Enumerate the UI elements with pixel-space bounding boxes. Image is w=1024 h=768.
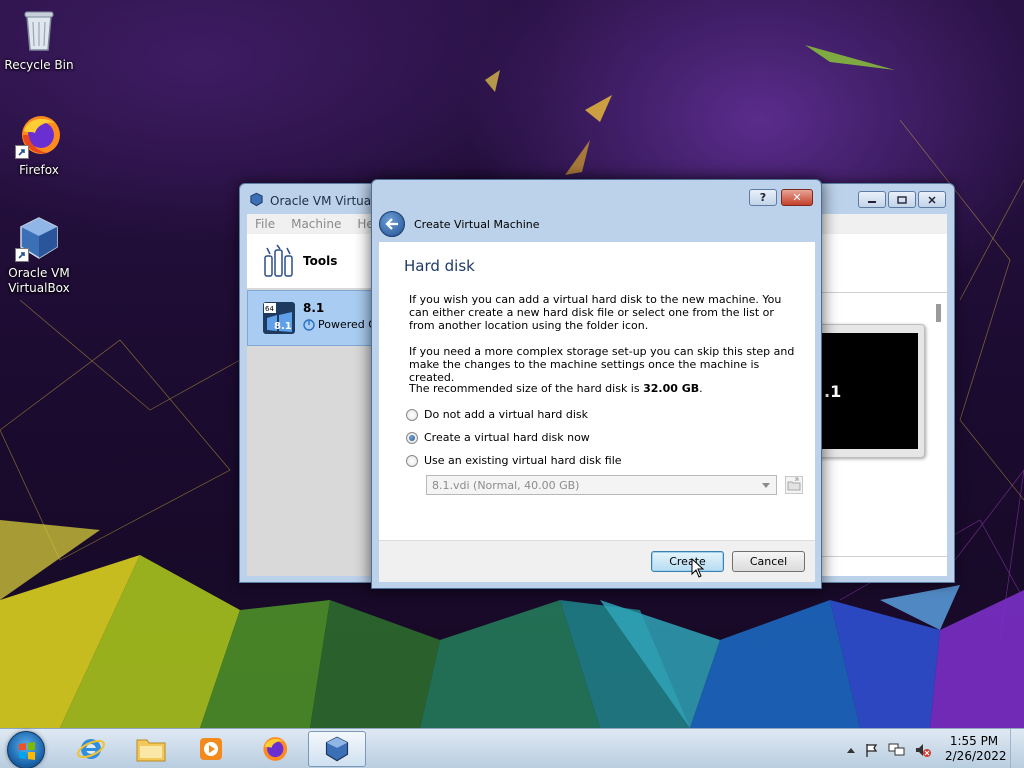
create-button[interactable]: Create (651, 551, 724, 572)
windows-logo-icon (19, 742, 35, 760)
internet-explorer-icon (77, 739, 105, 759)
minimize-icon (868, 200, 876, 203)
virtualbox-app-icon (249, 192, 264, 207)
cancel-button[interactable]: Cancel (732, 551, 805, 572)
taskbar-clock[interactable]: 1:55 PM 2/26/2022 (945, 734, 1007, 764)
details-scrollbar[interactable] (936, 304, 941, 322)
show-hidden-icons-icon[interactable] (846, 746, 856, 754)
radio-label: Create a virtual hard disk now (424, 431, 590, 444)
vm-list-pane: Tools 64 8.1 8.1 Powered O (247, 234, 377, 576)
radio-existing-disk[interactable]: Use an existing virtual hard disk file (406, 454, 622, 467)
clock-time: 1:55 PM (949, 734, 999, 748)
menu-machine[interactable]: Machine (291, 217, 341, 231)
shortcut-arrow-icon (15, 248, 29, 262)
show-desktop-button[interactable] (1010, 729, 1024, 768)
taskbar-internet-explorer[interactable] (62, 731, 120, 767)
vm-state-label: Powered O (318, 318, 377, 331)
virtualbox-label: Oracle VM VirtualBox (8, 266, 70, 295)
radio-label: Do not add a virtual hard disk (424, 408, 588, 421)
clock-date: 2/26/2022 (945, 749, 1007, 763)
vm-preview-screen: .1 (822, 333, 918, 449)
network-icon[interactable] (888, 742, 906, 758)
radio-create-disk[interactable]: Create a virtual hard disk now (406, 431, 590, 444)
recycle-bin-label: Recycle Bin (4, 58, 74, 72)
folder-icon (136, 739, 166, 762)
recommended-size-text: The recommended size of the hard disk is… (409, 382, 703, 395)
desktop-icon-recycle-bin[interactable]: Recycle Bin (1, 6, 77, 73)
choose-disk-button[interactable] (785, 476, 803, 494)
wizard-page: Hard disk If you wish you can add a virt… (379, 242, 815, 540)
taskbar: 1:55 PM 2/26/2022 (0, 728, 1024, 768)
shortcut-arrow-icon (15, 145, 29, 159)
minimize-button[interactable] (858, 191, 886, 208)
dialog-close-button[interactable]: ✕ (781, 189, 813, 206)
taskbar-explorer[interactable] (122, 731, 180, 767)
vm-os-icon: 64 8.1 (263, 302, 295, 334)
wizard-footer: Create Cancel (379, 540, 815, 582)
firefox-icon (263, 737, 288, 761)
tools-icon (264, 244, 293, 277)
vm-state: Powered O (303, 318, 377, 331)
vm-list-item[interactable]: 64 8.1 8.1 Powered O (247, 290, 377, 346)
maximize-icon (897, 195, 907, 204)
firefox-label: Firefox (19, 163, 59, 177)
radio-label: Use an existing virtual hard disk file (424, 454, 622, 467)
radio-button[interactable] (406, 454, 418, 467)
folder-icon (787, 477, 801, 491)
vm-preview: .1 (813, 324, 925, 458)
dialog-title: Create Virtual Machine (414, 217, 540, 231)
page-heading: Hard disk (404, 257, 475, 275)
help-button[interactable]: ? (749, 189, 777, 206)
power-icon (303, 318, 315, 331)
existing-disk-value: 8.1.vdi (Normal, 40.00 GB) (432, 478, 580, 492)
desktop-icon-firefox[interactable]: Firefox (1, 111, 77, 178)
close-icon (928, 195, 936, 204)
back-button[interactable] (379, 211, 405, 237)
mouse-cursor-icon (691, 557, 705, 581)
svg-text:8.1: 8.1 (274, 321, 292, 332)
radio-no-disk[interactable]: Do not add a virtual hard disk (406, 408, 588, 421)
vm-name: 8.1 (303, 301, 325, 315)
recommended-size-value: 32.00 GB (643, 382, 700, 395)
description-text: If you wish you can add a virtual hard d… (409, 293, 782, 332)
taskbar-firefox[interactable] (245, 731, 303, 767)
firefox-icon (15, 111, 63, 159)
system-tray (846, 742, 932, 758)
virtualbox-icon (15, 214, 63, 262)
chevron-down-icon (762, 483, 770, 488)
wizard-header: Create Virtual Machine (379, 208, 815, 240)
maximize-button[interactable] (888, 191, 916, 208)
volume-muted-icon[interactable] (914, 742, 932, 758)
radio-button[interactable] (406, 431, 418, 444)
menu-file[interactable]: File (255, 217, 275, 231)
radio-button[interactable] (406, 408, 418, 421)
existing-disk-select[interactable]: 8.1.vdi (Normal, 40.00 GB) (426, 475, 777, 495)
start-button[interactable] (7, 731, 45, 768)
desktop-icon-virtualbox[interactable]: Oracle VM VirtualBox (1, 214, 77, 296)
svg-text:64: 64 (265, 305, 274, 313)
recycle-bin-icon (15, 6, 63, 54)
virtualbox-icon (325, 736, 349, 762)
close-button[interactable] (918, 191, 946, 208)
action-center-flag-icon[interactable] (864, 742, 880, 758)
back-arrow-icon (385, 218, 398, 230)
tools-item[interactable]: Tools (247, 234, 373, 288)
media-player-icon (200, 738, 222, 760)
description-text: If you need a more complex storage set-u… (409, 345, 795, 384)
tools-label: Tools (303, 254, 338, 268)
taskbar-virtualbox[interactable] (308, 731, 366, 767)
create-vm-dialog: ? ✕ Create Virtual Machine Hard disk If … (371, 179, 822, 589)
taskbar-media-player[interactable] (182, 731, 240, 767)
